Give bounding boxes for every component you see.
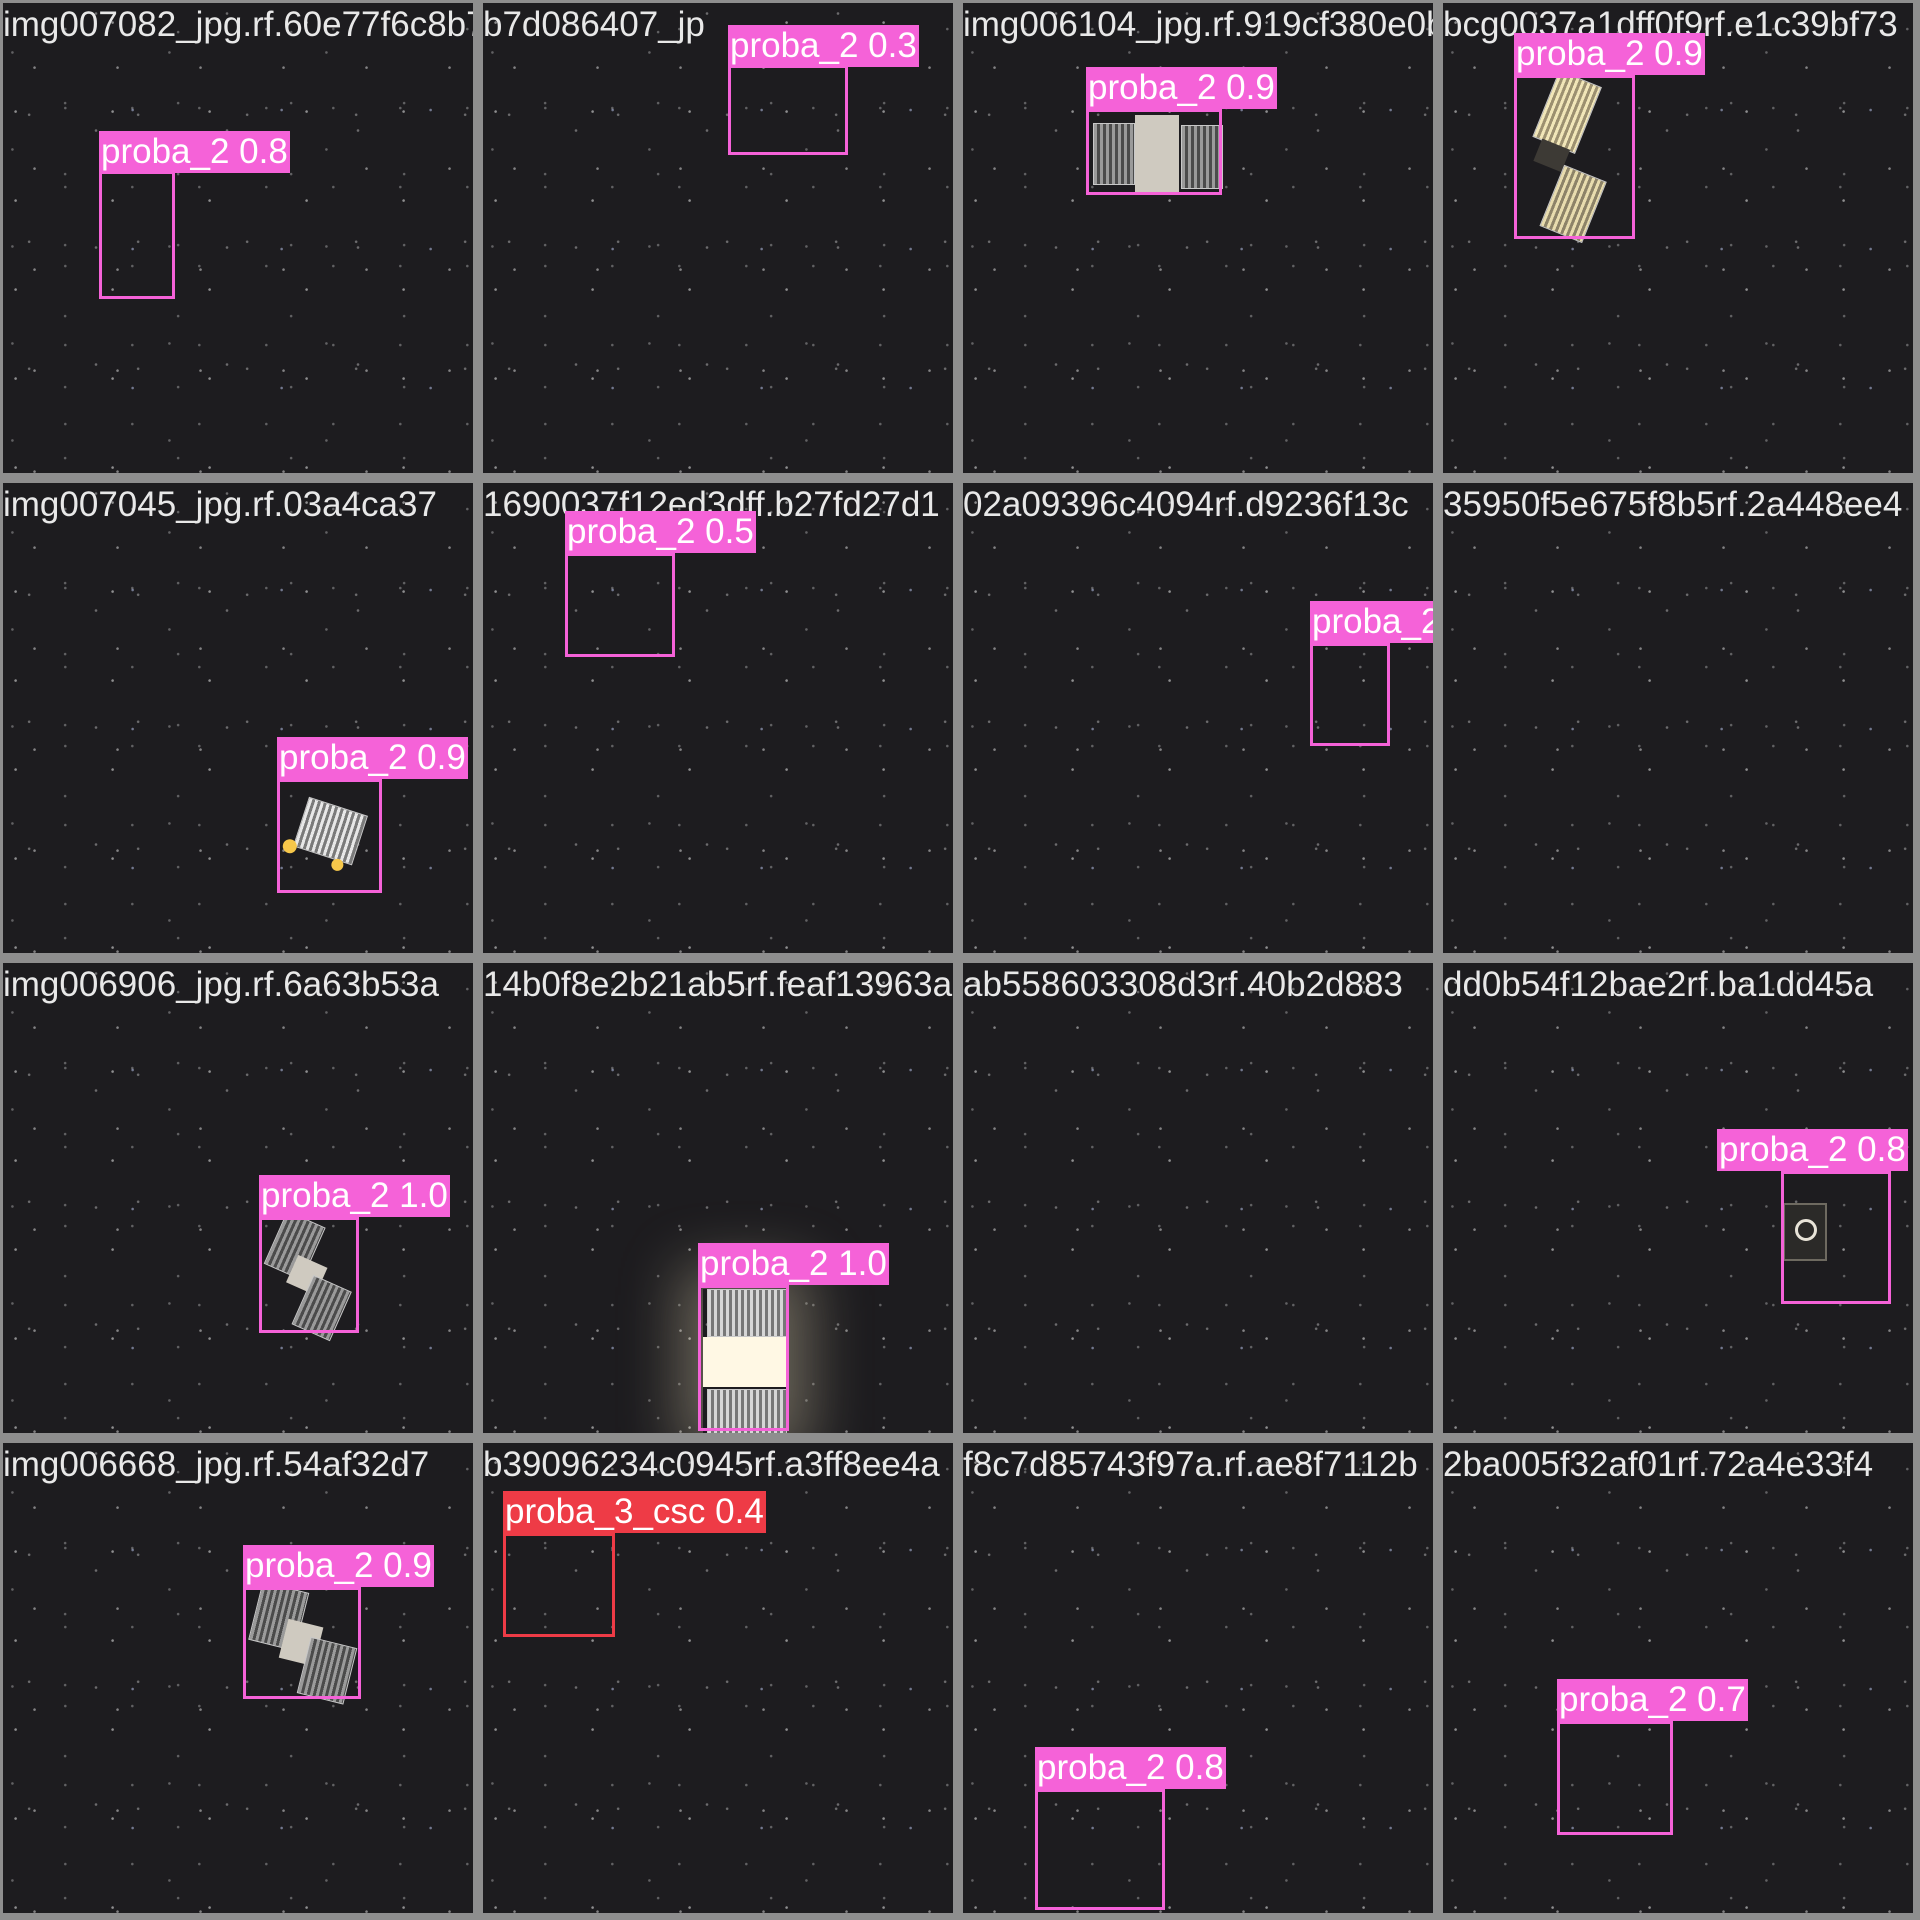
image-tile-15[interactable]: f8c7d85743f97a.rf.ae8f7112b proba_2 0.8: [963, 1443, 1433, 1913]
detection-label: proba_2 1.0: [698, 1243, 889, 1285]
detection-box: [1035, 1789, 1165, 1910]
detection-label: proba_2 0.5: [565, 511, 756, 553]
tile-filename: dd0b54f12bae2rf.ba1dd45a: [1443, 965, 1874, 1004]
detection-label: proba_2 0.9: [243, 1545, 434, 1587]
image-tile-9[interactable]: img006906_jpg.rf.6a63b53a proba_2 1.0: [3, 963, 473, 1433]
tile-filename: img006104_jpg.rf.919cf380e0b: [963, 5, 1433, 44]
tile-filename: f8c7d85743f97a.rf.ae8f7112b: [963, 1445, 1418, 1484]
detection-label: proba_2 0.8: [1035, 1747, 1226, 1789]
detection-box: [259, 1217, 359, 1333]
image-tile-4[interactable]: bcg0037a1dff0f9rf.e1c39bf73 proba_2 0.9: [1443, 3, 1913, 473]
detection-label: proba_2 0.7: [1557, 1679, 1748, 1721]
image-tile-16[interactable]: 2ba005f32af01rf.72a4e33f4 proba_2 0.7: [1443, 1443, 1913, 1913]
image-tile-11[interactable]: ab558603308d3rf.40b2d883: [963, 963, 1433, 1433]
detection-label: proba_2 0.9: [1086, 67, 1277, 109]
detection-label: proba_2 0.8: [1717, 1129, 1908, 1171]
tile-filename: ab558603308d3rf.40b2d883: [963, 965, 1403, 1004]
image-tile-8[interactable]: 35950f5e675f8b5rf.2a448ee4: [1443, 483, 1913, 953]
detection-label: proba_2 0.9: [277, 737, 468, 779]
detection-box: [503, 1533, 615, 1637]
tile-filename: 2ba005f32af01rf.72a4e33f4: [1443, 1445, 1874, 1484]
tile-filename: 35950f5e675f8b5rf.2a448ee4: [1443, 485, 1903, 524]
tile-filename: img007082_jpg.rf.60e77f6c8b7d086407_jp: [3, 5, 473, 44]
image-tile-5[interactable]: img007045_jpg.rf.03a4ca37 proba_2 0.9: [3, 483, 473, 953]
tile-filename: img006906_jpg.rf.6a63b53a: [3, 965, 439, 1004]
detection-box: [1514, 75, 1635, 239]
image-tile-6[interactable]: 1690037f12ed3dff.b27fd27d1 proba_2 0.5: [483, 483, 953, 953]
detection-box: [698, 1285, 789, 1431]
detection-box: [1086, 109, 1222, 195]
detection-box: [1557, 1721, 1673, 1835]
image-tile-13[interactable]: img006668_jpg.rf.54af32d7 proba_2 0.9: [3, 1443, 473, 1913]
detection-box: [277, 779, 382, 893]
tile-filename: b39096234c0945rf.a3ff8ee4a: [483, 1445, 940, 1484]
tile-filename: img007045_jpg.rf.03a4ca37: [3, 485, 437, 524]
detection-label: proba_2 0.8: [99, 131, 290, 173]
tile-filename: 14b0f8e2b21ab5rf.feaf13963a: [483, 965, 953, 1004]
image-tile-12[interactable]: dd0b54f12bae2rf.ba1dd45a proba_2 0.8: [1443, 963, 1913, 1433]
image-tile-14[interactable]: b39096234c0945rf.a3ff8ee4a proba_3_csc 0…: [483, 1443, 953, 1913]
detection-label: proba_2 0.9: [1514, 33, 1705, 75]
detection-box: [565, 553, 675, 657]
tile-filename: img006668_jpg.rf.54af32d7: [3, 1445, 430, 1484]
detection-box: [728, 65, 848, 155]
detection-label: proba_2 1.0: [259, 1175, 450, 1217]
image-tile-2[interactable]: b7d086407_jp proba_2 0.3: [483, 3, 953, 473]
tile-filename: b7d086407_jp: [483, 5, 705, 44]
tile-filename: 02a09396c4094rf.d9236f13c: [963, 485, 1409, 524]
image-tile-1[interactable]: img007082_jpg.rf.60e77f6c8b7d086407_jp p…: [3, 3, 473, 473]
image-tile-10[interactable]: 14b0f8e2b21ab5rf.feaf13963a proba_2 1.0: [483, 963, 953, 1433]
detection-box: [1310, 643, 1390, 746]
detection-box: [1781, 1171, 1891, 1304]
detection-label: proba_2 0.6: [1310, 601, 1433, 643]
detection-box: [99, 171, 175, 299]
image-tile-7[interactable]: 02a09396c4094rf.d9236f13c proba_2 0.6: [963, 483, 1433, 953]
detection-box: [243, 1587, 361, 1699]
detection-label: proba_2 0.3: [728, 25, 919, 67]
detection-label: proba_3_csc 0.4: [503, 1491, 766, 1533]
mosaic-grid: img007082_jpg.rf.60e77f6c8b7d086407_jp p…: [0, 0, 1920, 1920]
image-tile-3[interactable]: img006104_jpg.rf.919cf380e0b proba_2 0.9: [963, 3, 1433, 473]
